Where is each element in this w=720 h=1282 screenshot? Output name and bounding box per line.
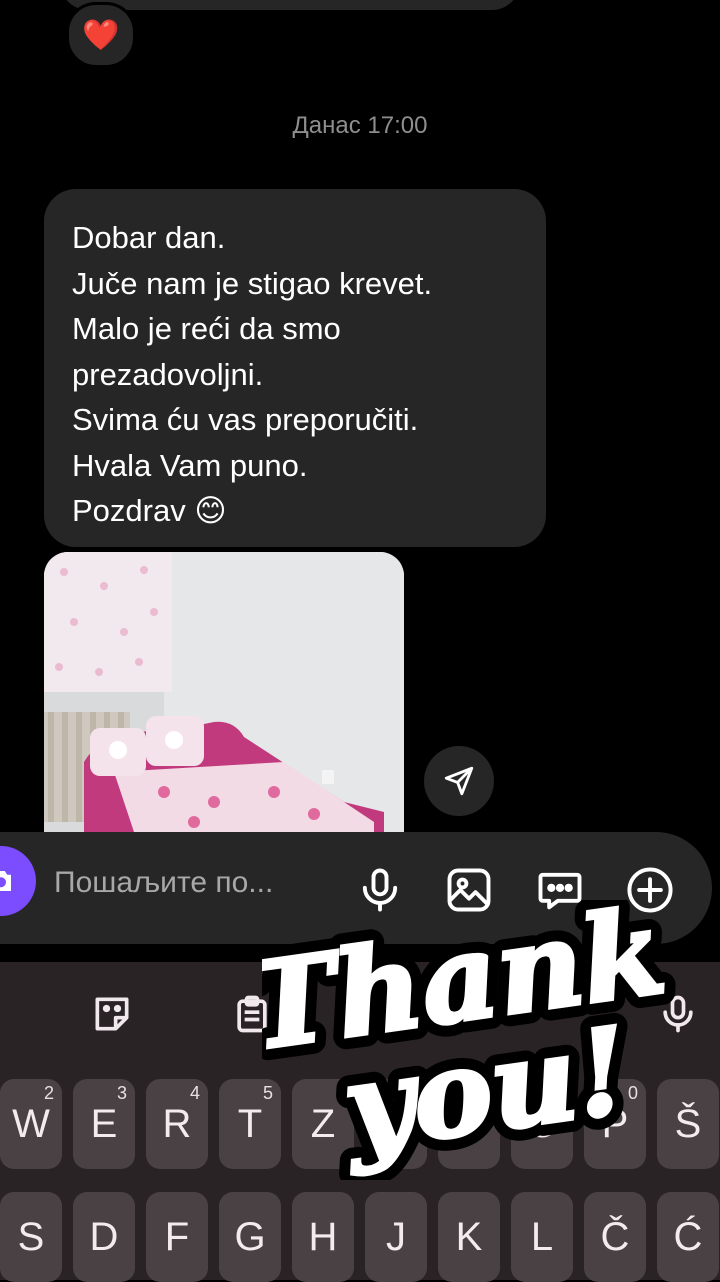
key-f[interactable]: F xyxy=(146,1192,208,1282)
message-line: Svima ću vas preporučiti. xyxy=(72,402,419,437)
key-hint: 4 xyxy=(189,1083,200,1103)
heart-reaction[interactable]: ❤️ xyxy=(66,2,136,68)
key-label: G xyxy=(234,1214,266,1259)
message-timestamp: Данас 17:00 xyxy=(292,112,428,139)
key-l[interactable]: L xyxy=(511,1192,573,1282)
thank-you-sticker: Thank Thank you! you! xyxy=(262,900,682,1180)
key-c-acute[interactable]: Ć xyxy=(657,1192,719,1282)
key-label: F xyxy=(164,1214,190,1259)
key-label: S xyxy=(17,1214,45,1259)
key-label: E xyxy=(90,1101,118,1146)
key-label: J xyxy=(386,1214,406,1259)
message-line: Pozdrav 😊 xyxy=(72,493,227,528)
share-button[interactable] xyxy=(424,746,494,816)
key-label: K xyxy=(455,1214,483,1259)
previous-message-bubble[interactable] xyxy=(60,0,520,10)
key-label: L xyxy=(530,1214,554,1259)
key-d[interactable]: D xyxy=(73,1192,135,1282)
camera-button[interactable] xyxy=(0,846,36,916)
key-hint: 2 xyxy=(43,1083,54,1103)
key-w[interactable]: W2 xyxy=(0,1079,62,1169)
key-k[interactable]: K xyxy=(438,1192,500,1282)
key-g[interactable]: G xyxy=(219,1192,281,1282)
heart-icon: ❤️ xyxy=(82,18,120,52)
message-bubble[interactable]: Dobar dan. Juče nam je stigao krevet. Ma… xyxy=(44,189,546,547)
key-label: D xyxy=(89,1214,119,1259)
key-c-caron[interactable]: Č xyxy=(584,1192,646,1282)
key-label: W xyxy=(12,1101,50,1146)
camera-icon xyxy=(0,871,11,891)
key-label: H xyxy=(308,1214,338,1259)
key-r[interactable]: R4 xyxy=(146,1079,208,1169)
message-input[interactable]: Пошаљите по... xyxy=(54,866,273,900)
key-hint: 3 xyxy=(116,1083,127,1103)
send-icon xyxy=(444,766,474,796)
message-line: Hvala Vam puno. xyxy=(72,447,308,483)
bed-photo[interactable] xyxy=(44,552,404,832)
key-s[interactable]: S xyxy=(0,1192,62,1282)
message-line: prezadovoljni. xyxy=(72,356,264,392)
key-label: Ć xyxy=(673,1214,703,1259)
key-j[interactable]: J xyxy=(365,1192,427,1282)
sticker-icon[interactable] xyxy=(90,992,134,1036)
key-e[interactable]: E3 xyxy=(73,1079,135,1169)
key-label: T xyxy=(237,1101,263,1146)
key-label: R xyxy=(162,1101,192,1146)
message-line: Juče nam je stigao krevet. xyxy=(72,265,433,301)
key-label: Č xyxy=(600,1214,630,1259)
message-line: Dobar dan. xyxy=(72,220,226,255)
message-line: Malo je reći da smo xyxy=(72,311,341,346)
key-h[interactable]: H xyxy=(292,1192,354,1282)
